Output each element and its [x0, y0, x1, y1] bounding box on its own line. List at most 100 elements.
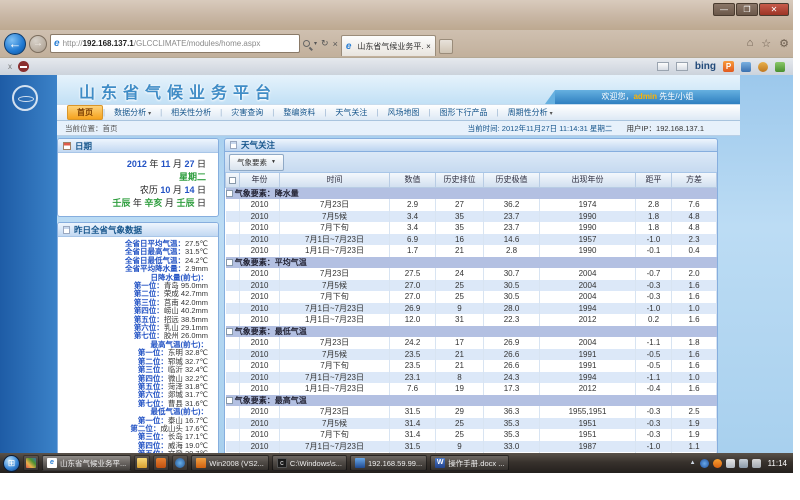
explorer-icon[interactable] [134, 455, 150, 471]
address-bar[interactable]: e http://192.168.137.1/GLCCLIMATE/module… [50, 34, 300, 53]
weather-table: 年份时间数值历史排位历史极值出现年份距平方差 气象要素：降水量20107月23日… [225, 173, 717, 453]
taskbar-button-0[interactable]: e山东省气候业务平... [42, 455, 131, 471]
camera-icon[interactable] [741, 62, 751, 72]
favorites-star-icon[interactable]: ☆ [761, 37, 771, 50]
table-row[interactable]: 20107月1日~7月23日6.91614.61957-1.02.3 [226, 234, 717, 246]
table-row[interactable]: 20107月下旬27.02530.52004-0.31.6 [226, 291, 717, 303]
flag-icon[interactable] [726, 459, 735, 468]
table-row[interactable]: 20107月1日~7月23日23.1824.31994-1.11.0 [226, 372, 717, 384]
table-row[interactable]: 20107月5候3.43523.719901.84.8 [226, 211, 717, 223]
stop-icon[interactable]: × [333, 39, 338, 49]
table-cell: 33.0 [484, 441, 540, 453]
stat-value: 2.9mm [185, 264, 208, 273]
refresh-icon[interactable]: ↻ [321, 38, 329, 49]
table-cell: 1月1日~7月23日 [280, 314, 390, 326]
network-icon[interactable] [739, 459, 748, 468]
table-row[interactable]: 20107月5候23.52126.61991-0.51.6 [226, 349, 717, 361]
table-row[interactable]: 20107月1日~7月23日31.5933.01987-1.01.1 [226, 441, 717, 453]
table-cell: 7月5候 [280, 349, 390, 361]
taskbar-button-2[interactable]: CC:\Windows\s... [272, 455, 347, 471]
sogou-logo-icon[interactable] [18, 61, 29, 72]
table-cell: 1990 [540, 222, 636, 234]
nav-item-8[interactable]: 周期性分析▾ [499, 106, 562, 119]
home-icon[interactable]: ⌂ [747, 37, 754, 50]
table-cell: 25 [436, 418, 484, 430]
taskbar-button-3[interactable]: 192.168.59.99... [350, 455, 427, 471]
row-spacer-cell [226, 314, 240, 326]
pinyin-input-icon[interactable]: P [723, 61, 734, 72]
app-icon[interactable] [172, 455, 188, 471]
table-cell: 2010 [240, 314, 280, 326]
group-checkbox[interactable] [226, 397, 233, 404]
nav-item-2[interactable]: 相关性分析 [162, 106, 220, 119]
maximize-button[interactable]: ❐ [736, 3, 758, 16]
table-row[interactable]: 20107月下旬23.52126.61991-0.51.6 [226, 360, 717, 372]
nav-item-6[interactable]: 风场地图 [378, 106, 428, 119]
table-row[interactable]: 20107月5候31.42535.31951-0.31.9 [226, 418, 717, 430]
group-checkbox[interactable] [226, 328, 233, 335]
table-cell: 31 [436, 314, 484, 326]
tray-expand-icon[interactable]: ▲ [690, 460, 696, 466]
page-title: 山东省气候业务平台 [79, 79, 277, 103]
table-cell: 1994 [540, 372, 636, 384]
table-row[interactable]: 20107月下旬3.43523.719901.84.8 [226, 222, 717, 234]
input-indicator-icon[interactable] [700, 459, 709, 468]
table-row[interactable]: 20107月23日24.21726.92004-1.11.8 [226, 337, 717, 349]
lunar-day: 14 [184, 185, 194, 195]
taskbar-button-1[interactable]: Win2008 (VS2... [191, 455, 269, 471]
browser-tab[interactable]: e 山东省气候业务平... × [341, 35, 436, 56]
tools-gear-icon[interactable]: ⚙ [779, 37, 789, 50]
taskbar-clock[interactable]: 11:14 [765, 459, 787, 468]
nav-item-7[interactable]: 图形下行产品 [431, 106, 497, 119]
header-checkbox-cell [226, 173, 240, 187]
table-cell: 7月1日~7月23日 [280, 303, 390, 315]
table-row[interactable]: 20107月23日2.92736.219742.87.6 [226, 199, 717, 211]
date-panel-body: 2012 年 11 月 27 日 星期二 农历 10 月 14 日 [58, 153, 218, 216]
table-row[interactable]: 20107月5候27.02530.52004-0.31.6 [226, 280, 717, 292]
forward-button[interactable]: → [29, 35, 47, 53]
table-cell: 2010 [240, 383, 280, 395]
addon-close-icon[interactable]: x [8, 62, 12, 71]
table-row[interactable]: 20107月23日27.52430.72004-0.72.0 [226, 268, 717, 280]
mail-icon[interactable] [676, 62, 688, 71]
addon-toolbar: x bing P [0, 57, 793, 75]
firefox-icon[interactable] [713, 459, 722, 468]
table-row[interactable]: 20101月1日~7月23日1.7212.81990-0.10.4 [226, 245, 717, 257]
new-tab-button[interactable] [439, 39, 453, 54]
pinned-launcher-icon[interactable] [23, 455, 39, 471]
table-row[interactable]: 20107月下旬31.42535.31951-0.31.9 [226, 429, 717, 441]
tab-close-icon[interactable]: × [426, 42, 431, 51]
ie-icon: e [54, 38, 60, 49]
nav-item-3[interactable]: 灾害查询 [222, 106, 272, 119]
table-row[interactable]: 20101月1日~7月23日12.03122.320120.21.6 [226, 314, 717, 326]
card-icon[interactable] [657, 62, 669, 71]
nav-item-0[interactable]: 首页 [67, 105, 103, 120]
nav-item-1[interactable]: 数据分析▾ [105, 106, 160, 119]
nav-item-4[interactable]: 整编资料 [274, 106, 324, 119]
nav-item-5[interactable]: 天气关注 [326, 106, 376, 119]
media-player-icon[interactable] [153, 455, 169, 471]
select-all-checkbox[interactable] [229, 177, 236, 184]
table-row[interactable]: 20107月1日~7月23日26.9928.01994-1.01.0 [226, 303, 717, 315]
element-filter-button[interactable]: 气象要素 ▼ [229, 154, 284, 171]
table-row[interactable]: 20107月23日31.52936.31955,1951-0.32.5 [226, 406, 717, 418]
search-icon[interactable] [303, 40, 310, 47]
table-cell: 2010 [240, 245, 280, 257]
table-cell: 8 [436, 372, 484, 384]
back-button[interactable]: ← [4, 33, 26, 55]
bing-logo[interactable]: bing [695, 61, 716, 72]
group-checkbox[interactable] [226, 190, 233, 197]
start-button[interactable] [3, 455, 20, 472]
close-button[interactable]: ✕ [759, 3, 789, 16]
table-cell: 19 [436, 383, 484, 395]
puzzle-icon[interactable] [775, 62, 785, 72]
date-day-unit: 日 [197, 159, 206, 169]
group-checkbox[interactable] [226, 259, 233, 266]
table-row[interactable]: 20101月1日~7月23日7.61917.32012-0.41.6 [226, 383, 717, 395]
taskbar-button-4[interactable]: W操作手册.docx ... [430, 455, 509, 471]
search-dropdown-icon[interactable]: ▾ [314, 40, 317, 47]
paw-icon[interactable] [758, 62, 768, 72]
minimize-button[interactable]: — [713, 3, 735, 16]
table-cell: 2010 [240, 280, 280, 292]
volume-icon[interactable] [752, 459, 761, 468]
